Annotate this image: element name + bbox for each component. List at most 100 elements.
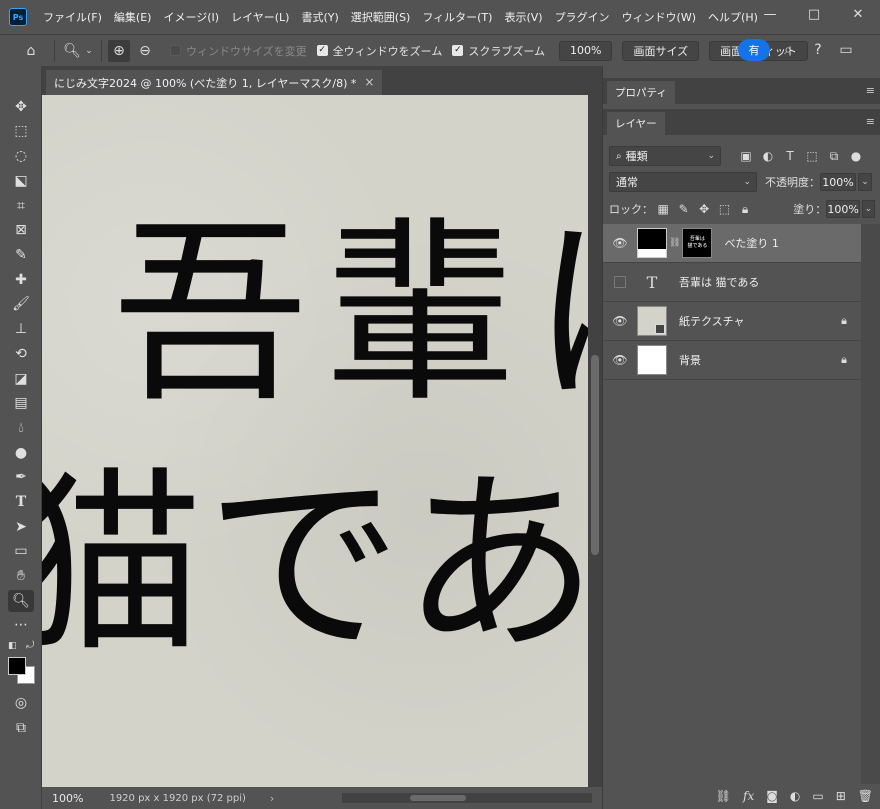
zoom-all-windows-option[interactable]: ✓ 全ウィンドウをズーム bbox=[316, 43, 442, 59]
new-layer-icon[interactable]: ⊞ bbox=[836, 789, 846, 803]
maximize-button[interactable]: □ bbox=[792, 0, 836, 28]
lock-transparent-icon[interactable]: ▦ bbox=[653, 202, 673, 216]
fit-screen-button[interactable]: 画面サイズ bbox=[622, 40, 700, 61]
more-tools-icon[interactable]: ⋯ bbox=[8, 614, 34, 636]
opacity-dropdown-icon[interactable]: ⌄ bbox=[858, 173, 872, 191]
lock-image-icon[interactable]: ✎ bbox=[673, 202, 693, 216]
layer-row[interactable]: 👁︎ 背景 🔒︎ bbox=[603, 341, 861, 380]
menu-edit[interactable]: 編集(E) bbox=[108, 9, 158, 25]
menu-image[interactable]: イメージ(I) bbox=[157, 9, 225, 25]
hand-tool-icon[interactable]: ✋︎ bbox=[8, 565, 34, 587]
minimize-button[interactable]: — bbox=[748, 0, 792, 28]
smart-object-filter-icon[interactable]: ⧉ bbox=[823, 149, 845, 164]
rectangle-tool-icon[interactable]: ▭ bbox=[8, 540, 34, 562]
quick-mask-icon[interactable]: ◎ bbox=[8, 692, 34, 714]
menu-plugins[interactable]: プラグイン bbox=[549, 9, 616, 25]
zoom-tool-icon[interactable]: 🔍︎ bbox=[8, 590, 34, 612]
marquee-tool-icon[interactable]: ⬚ bbox=[8, 120, 34, 142]
canvas[interactable]: 吾輩は 猫であ bbox=[42, 95, 588, 787]
layer-style-icon[interactable]: fx bbox=[743, 789, 754, 803]
lasso-tool-icon[interactable]: ◌ bbox=[8, 145, 34, 167]
share-button[interactable]: 有 bbox=[738, 39, 770, 61]
healing-brush-tool-icon[interactable]: ✚ bbox=[8, 269, 34, 291]
menu-layer[interactable]: レイヤー(L) bbox=[225, 9, 295, 25]
foreground-color-swatch[interactable] bbox=[8, 657, 26, 675]
layer-row[interactable]: 👁︎ 紙テクスチャ 🔒︎ bbox=[603, 302, 861, 341]
zoom-in-icon[interactable]: ⊕ bbox=[108, 39, 130, 62]
pixel-filter-icon[interactable]: ▣ bbox=[735, 149, 757, 163]
close-tab-icon[interactable]: × bbox=[364, 75, 374, 89]
document-tab[interactable]: にじみ文字2024 @ 100% (べた塗り 1, レイヤーマスク/8) * × bbox=[46, 70, 383, 95]
home-icon[interactable]: ⌂ bbox=[20, 40, 42, 62]
help-icon[interactable]: ? bbox=[807, 39, 829, 61]
fill-input[interactable]: 100% bbox=[826, 200, 860, 218]
checkbox-checked-icon[interactable]: ✓ bbox=[316, 45, 328, 56]
zoom-tool-icon[interactable]: 🔍︎ bbox=[61, 40, 83, 62]
crop-tool-icon[interactable]: ⌗ bbox=[8, 195, 34, 217]
scrubby-zoom-option[interactable]: ✓ スクラブズーム bbox=[452, 43, 545, 59]
default-colors-icon[interactable]: ◧ bbox=[8, 641, 18, 651]
status-menu-arrow-icon[interactable]: › bbox=[270, 792, 274, 805]
opacity-input[interactable]: 100% bbox=[820, 173, 856, 191]
gradient-tool-icon[interactable]: ▤ bbox=[8, 392, 34, 414]
visibility-eye-icon[interactable]: 👁︎ bbox=[603, 236, 637, 250]
canvas-vertical-scrollbar[interactable] bbox=[588, 95, 602, 787]
add-mask-icon[interactable]: ◙ bbox=[766, 789, 778, 803]
panel-menu-icon[interactable]: ≡ bbox=[866, 84, 875, 97]
eyedropper-tool-icon[interactable]: ✎ bbox=[8, 244, 34, 266]
layer-name[interactable]: べた塗り 1 bbox=[724, 235, 779, 251]
menu-filter[interactable]: フィルター(T) bbox=[416, 9, 498, 25]
lock-artboard-icon[interactable]: ⬚ bbox=[714, 202, 734, 216]
frame-tool-icon[interactable]: ⊠ bbox=[8, 219, 34, 241]
eraser-tool-icon[interactable]: ◪ bbox=[8, 368, 34, 390]
menu-select[interactable]: 選択範囲(S) bbox=[345, 9, 417, 25]
scroll-thumb[interactable] bbox=[591, 355, 599, 555]
type-tool-icon[interactable]: T bbox=[8, 491, 34, 513]
blend-mode-select[interactable]: 通常 ⌄ bbox=[609, 172, 757, 192]
new-group-icon[interactable]: ▭ bbox=[812, 789, 823, 803]
brush-tool-icon[interactable]: 🖌︎ bbox=[8, 293, 34, 315]
canvas-horizontal-scrollbar[interactable] bbox=[342, 793, 592, 803]
layer-kind-filter[interactable]: ⌕ 種類 ⌄ bbox=[609, 146, 721, 166]
visibility-off-icon[interactable] bbox=[603, 276, 637, 288]
screen-mode-icon[interactable]: ⧉ bbox=[8, 717, 34, 739]
layer-name[interactable]: 吾輩は 猫である bbox=[679, 274, 759, 290]
fill-dropdown-icon[interactable]: ⌄ bbox=[861, 200, 876, 218]
menu-view[interactable]: 表示(V) bbox=[498, 9, 548, 25]
shape-filter-icon[interactable]: ⬚ bbox=[801, 149, 823, 163]
link-icon[interactable]: ⛓︎ bbox=[669, 238, 680, 248]
delete-layer-icon[interactable]: 🗑︎ bbox=[858, 789, 873, 803]
lock-all-icon[interactable]: 🔒︎ bbox=[735, 202, 755, 217]
clone-stamp-tool-icon[interactable]: ⊥ bbox=[8, 318, 34, 340]
zoom-out-icon[interactable]: ⊖ bbox=[134, 40, 156, 62]
layer-row[interactable]: T 吾輩は 猫である bbox=[603, 263, 861, 302]
link-layers-icon[interactable]: ⛓︎ bbox=[716, 789, 731, 803]
lock-position-icon[interactable]: ✥ bbox=[694, 202, 714, 216]
zoom-value-button[interactable]: 100% bbox=[559, 40, 613, 61]
workspace-icon[interactable]: ▭ bbox=[835, 39, 857, 61]
status-zoom[interactable]: 100% bbox=[52, 792, 83, 805]
layer-name[interactable]: 背景 bbox=[679, 352, 701, 368]
menu-window[interactable]: ウィンドウ(W) bbox=[616, 9, 702, 25]
adjustment-filter-icon[interactable]: ◐ bbox=[757, 149, 779, 163]
dodge-tool-icon[interactable]: ● bbox=[8, 442, 34, 464]
scroll-thumb[interactable] bbox=[410, 795, 466, 801]
chevron-down-icon[interactable]: ⌄ bbox=[83, 40, 95, 62]
object-selection-tool-icon[interactable]: ⬕ bbox=[8, 170, 34, 192]
swap-colors-icon[interactable]: ⤾ bbox=[26, 640, 34, 651]
path-selection-tool-icon[interactable]: ➤ bbox=[8, 516, 34, 538]
adjustment-layer-icon[interactable]: ◐ bbox=[790, 789, 800, 803]
tab-layers[interactable]: レイヤー bbox=[607, 112, 665, 135]
visibility-eye-icon[interactable]: 👁︎ bbox=[603, 314, 637, 328]
menu-file[interactable]: ファイル(F) bbox=[37, 9, 108, 25]
move-tool-icon[interactable]: ✥ bbox=[8, 96, 34, 118]
tab-properties[interactable]: プロパティ bbox=[607, 81, 675, 104]
blur-tool-icon[interactable]: 💧︎ bbox=[8, 417, 34, 439]
checkbox-checked-icon[interactable]: ✓ bbox=[452, 45, 464, 56]
close-window-button[interactable]: ✕ bbox=[836, 0, 880, 28]
search-icon[interactable]: ⌕ bbox=[777, 39, 799, 61]
type-filter-icon[interactable]: T bbox=[779, 149, 801, 163]
layer-row[interactable]: 👁︎ ⛓︎ 吾輩は 猫である べた塗り 1 bbox=[603, 224, 861, 263]
panel-menu-icon[interactable]: ≡ bbox=[866, 115, 875, 128]
pen-tool-icon[interactable]: ✒ bbox=[8, 466, 34, 488]
